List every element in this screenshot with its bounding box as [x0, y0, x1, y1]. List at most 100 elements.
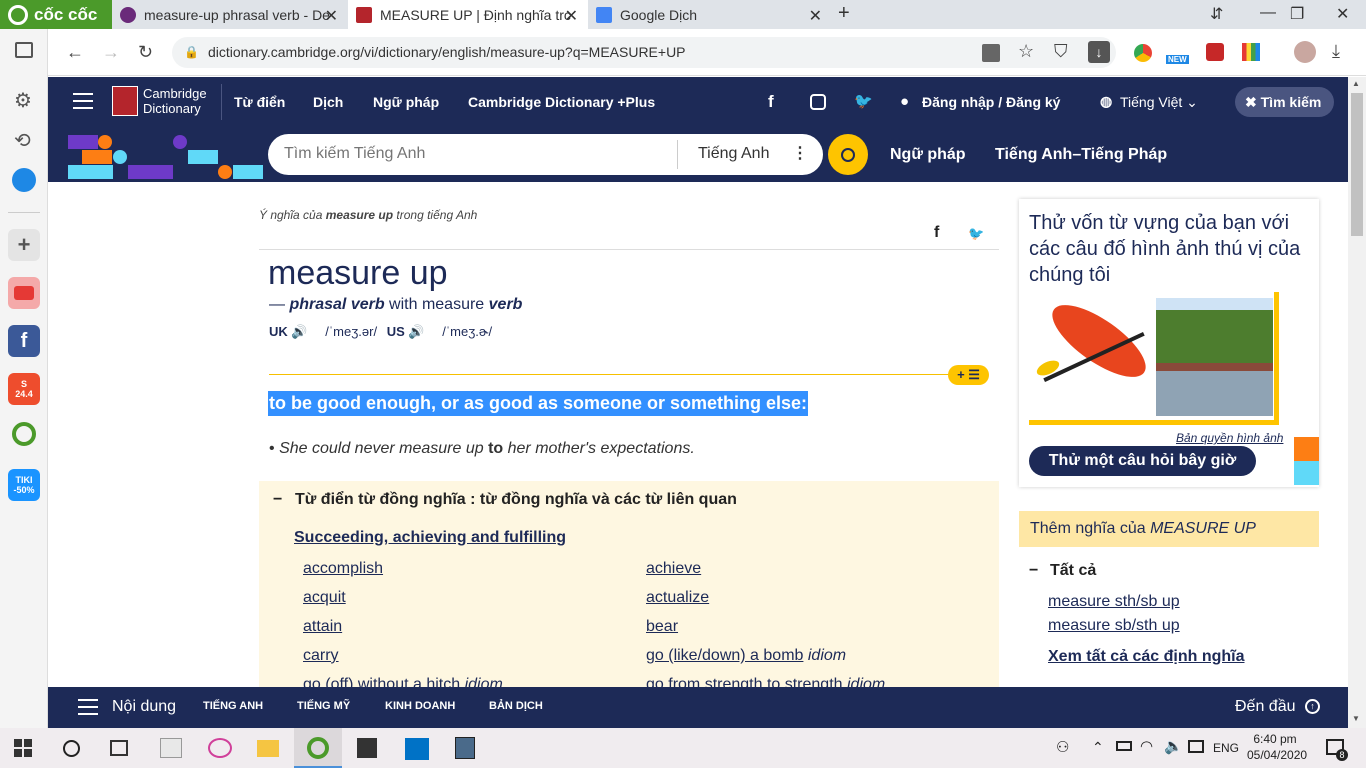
collapse-icon[interactable]: − [273, 491, 282, 509]
close-tab-icon[interactable]: ✕ [565, 6, 578, 26]
bottom-nav-translations[interactable]: BẢN DỊCH [489, 700, 543, 712]
search-taskbar-icon[interactable] [63, 740, 80, 757]
shopee-icon[interactable]: S 24.4 [8, 373, 40, 405]
synonym-idiom-row[interactable]: go (like/down) a bomb idiom [646, 647, 846, 665]
search-input[interactable] [284, 143, 674, 165]
more-options-icon[interactable]: ⋮ [792, 143, 808, 163]
subnav-english-french[interactable]: Tiếng Anh–Tiếng Pháp [995, 146, 1167, 164]
windows-start-icon[interactable] [14, 739, 32, 757]
address-bar[interactable]: 🔒 dictionary.cambridge.org/vi/dictionary… [172, 37, 1116, 68]
nav-grammar[interactable]: Ngữ pháp [373, 94, 439, 110]
language-select[interactable]: Tiếng Việt ⌄ [1120, 94, 1198, 111]
site-logo-text[interactable]: Cambridge Dictionary [143, 86, 207, 116]
synonym-link[interactable]: go (off) without a hitch [303, 676, 460, 687]
extension-icon[interactable] [1134, 44, 1152, 62]
synonym-link[interactable]: attain [303, 618, 342, 636]
menu-icon[interactable] [73, 93, 93, 109]
volume-icon[interactable]: 🔈 [1164, 737, 1183, 755]
share-facebook-icon[interactable]: f [934, 224, 939, 242]
bookmark-star-icon[interactable]: ☆ [1018, 41, 1034, 62]
add-icon[interactable]: + [8, 229, 40, 261]
synonym-link[interactable]: accomplish [303, 560, 383, 578]
search-toggle-button[interactable]: ✖ Tìm kiếm [1235, 87, 1334, 117]
forward-icon[interactable]: → [102, 42, 120, 63]
close-tab-icon[interactable]: ✕ [809, 6, 822, 26]
contents-menu-icon[interactable] [78, 699, 98, 715]
outlook-icon[interactable] [405, 738, 429, 760]
sidebar-toggle-icon[interactable] [15, 42, 33, 58]
translate-page-icon[interactable] [982, 44, 1000, 62]
synonym-link[interactable]: achieve [646, 560, 701, 578]
recorder-extension-icon[interactable] [1206, 43, 1224, 61]
synonym-link[interactable]: go from strength to strength [646, 676, 843, 687]
clock[interactable]: 6:40 pm 05/04/2020 [1247, 731, 1307, 763]
meaning-link[interactable]: measure sth/sb up [1048, 593, 1180, 611]
synonym-link[interactable]: actualize [646, 589, 709, 607]
tab-measure-up[interactable]: MEASURE UP | Định nghĩa trc ✕ [348, 0, 588, 29]
messenger-icon[interactable] [12, 168, 36, 192]
copyright-link[interactable]: Bản quyền hình ảnh [1176, 431, 1283, 445]
shield-icon[interactable]: ⛉ [1054, 41, 1068, 62]
bottom-nav-english[interactable]: TIẾNG ANH [203, 700, 263, 712]
synonym-idiom-row[interactable]: go (off) without a hitch idiom [303, 676, 503, 687]
facebook-icon[interactable]: f [8, 325, 40, 357]
uk-audio-icon[interactable]: 🔊 [291, 324, 307, 339]
downloads-icon[interactable]: ⤓ [1332, 41, 1340, 62]
reload-icon[interactable]: ↻ [138, 42, 153, 63]
synonym-link[interactable]: go (like/down) a bomb [646, 647, 803, 664]
tab-phrasal-verb[interactable]: measure-up phrasal verb - De ✕ [112, 0, 348, 29]
contents-button[interactable]: Nội dung [112, 698, 176, 716]
instagram-icon[interactable] [810, 94, 826, 110]
app-taskbar-icon[interactable] [455, 737, 475, 759]
twitter-icon[interactable]: 🐦 [854, 92, 873, 110]
file-explorer-icon[interactable] [257, 740, 279, 757]
scroll-up-icon[interactable]: ▲ [1352, 79, 1360, 88]
share-twitter-icon[interactable]: 🐦 [968, 226, 984, 242]
nav-translate[interactable]: Dịch [313, 94, 343, 110]
app-taskbar-icon[interactable] [160, 738, 182, 758]
add-to-list-button[interactable]: + ☰ [948, 365, 989, 385]
login-link[interactable]: Đăng nhập / Đăng ký [922, 94, 1060, 110]
meaning-link[interactable]: measure sb/sth up [1048, 617, 1180, 635]
synonym-link[interactable]: acquit [303, 589, 346, 607]
close-window-icon[interactable]: ✕ [1336, 4, 1349, 24]
maximize-icon[interactable]: ❐ [1290, 4, 1304, 24]
keyboard-icon[interactable] [1188, 740, 1204, 753]
close-tab-icon[interactable]: ✕ [325, 6, 338, 26]
synonym-group-link[interactable]: Succeeding, achieving and fulfilling [294, 529, 566, 547]
settings-icon[interactable]: ⚙ [14, 88, 32, 113]
people-icon[interactable]: ⚇ [1056, 738, 1069, 756]
coccoc-icon[interactable] [12, 422, 36, 446]
sticky-notes-icon[interactable] [357, 738, 377, 758]
chevron-up-icon[interactable]: ⌃ [1092, 739, 1104, 756]
start-quiz-button[interactable]: Thử một câu hỏi bây giờ [1029, 446, 1256, 476]
synonym-link[interactable]: carry [303, 647, 339, 665]
scroll-down-icon[interactable]: ▼ [1352, 714, 1360, 723]
youtube-icon[interactable] [8, 277, 40, 309]
facebook-icon[interactable]: f [768, 92, 774, 112]
cambridge-logo-icon[interactable] [112, 86, 138, 116]
scroll-thumb[interactable] [1351, 93, 1363, 236]
tab-search-icon[interactable]: ⇵ [1210, 4, 1223, 24]
language-indicator[interactable]: ENG [1213, 741, 1239, 755]
search-language-select[interactable]: Tiếng Anh [698, 145, 769, 163]
nav-dictionary[interactable]: Từ điển [234, 94, 285, 110]
back-to-top-button[interactable]: Đến đầu [1235, 698, 1296, 716]
history-icon[interactable]: ⟲ [14, 128, 31, 153]
download-page-icon[interactable]: ↓ [1088, 41, 1110, 63]
color-extension-icon[interactable] [1242, 43, 1260, 61]
wifi-icon[interactable]: ◠ [1140, 737, 1153, 755]
task-view-icon[interactable] [110, 740, 128, 756]
tab-google-translate[interactable]: Google Dịch ✕ [588, 0, 832, 29]
search-button[interactable] [828, 134, 868, 175]
thesaurus-heading[interactable]: Từ điển từ đồng nghĩa : từ đồng nghĩa và… [295, 491, 737, 509]
battery-icon[interactable] [1116, 741, 1132, 751]
back-icon[interactable]: ← [66, 42, 84, 63]
tiki-icon[interactable]: TIKI -50% [8, 469, 40, 501]
new-extension-icon[interactable]: NEW [1166, 40, 1192, 66]
new-tab-icon[interactable]: + [838, 2, 850, 25]
coccoc-menu-button[interactable]: cốc cốc [0, 0, 112, 29]
synonym-link[interactable]: bear [646, 618, 678, 636]
minimize-icon[interactable]: — [1260, 4, 1276, 22]
profile-avatar[interactable] [1294, 41, 1316, 63]
